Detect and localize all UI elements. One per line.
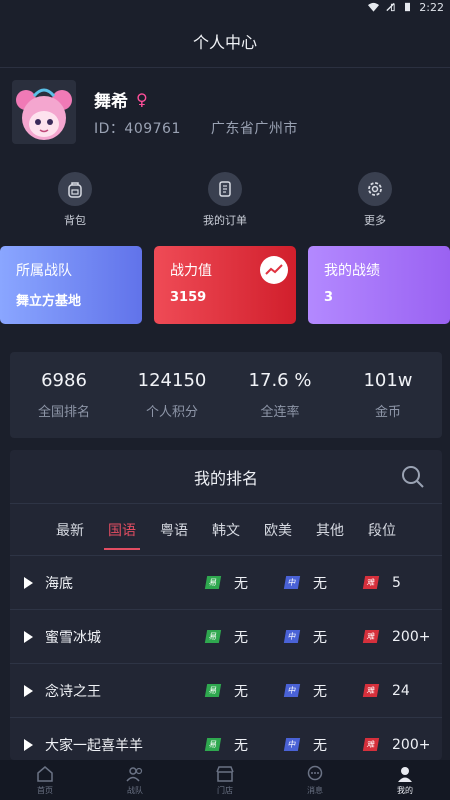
tab-western[interactable]: 欧美 — [252, 506, 304, 554]
female-icon: ♀ — [136, 89, 148, 109]
profile-icon — [398, 766, 412, 782]
store-icon — [216, 765, 234, 782]
play-icon[interactable] — [24, 630, 33, 643]
tab-other[interactable]: 其他 — [304, 506, 356, 554]
song-name: 海底 — [45, 575, 73, 592]
user-location: 广东省广州市 — [210, 120, 298, 137]
no-signal-icon — [386, 2, 395, 12]
easy-badge: 易 — [204, 738, 222, 751]
song-row[interactable]: 海底 易无 中无 难5 — [10, 556, 442, 610]
header: 个人中心 — [0, 14, 450, 68]
song-name: 蜜雪冰城 — [45, 629, 101, 646]
team-card[interactable]: 所属战队 舞立方基地 — [0, 246, 142, 324]
avatar-image — [12, 80, 76, 144]
home-icon — [37, 765, 53, 782]
coins-stat: 101w 金币 — [363, 370, 413, 420]
page-title: 个人中心 — [192, 32, 257, 52]
quick-actions: 背包 我的订单 更多 — [0, 172, 450, 228]
profile-info: 舞希 ♀ ID：409761 广东省广州市 — [94, 87, 298, 138]
status-bar: 2:22 — [0, 0, 450, 14]
language-tabs: 最新 国语 粤语 韩文 欧美 其他 段位 — [10, 504, 442, 556]
trend-icon — [260, 256, 288, 284]
overview-stats: 6986 全国排名 124150 个人积分 17.6 % 全连率 101w 金币 — [10, 352, 442, 438]
easy-badge: 易 — [204, 576, 222, 589]
record-card[interactable]: 我的战绩 3 — [308, 246, 450, 324]
tab-rank-level[interactable]: 段位 — [356, 506, 408, 554]
points-stat: 124150 个人积分 — [137, 370, 207, 420]
user-name: 舞希 — [94, 91, 128, 112]
tab-korean[interactable]: 韩文 — [200, 506, 252, 554]
national-rank-stat: 6986 全国排名 — [37, 370, 90, 420]
hard-badge: 难 — [362, 684, 380, 697]
play-icon[interactable] — [24, 738, 33, 751]
easy-badge: 易 — [204, 630, 222, 643]
nav-team[interactable]: 战队 — [105, 765, 165, 796]
backpack-button[interactable]: 背包 — [25, 172, 125, 228]
play-icon[interactable] — [24, 684, 33, 697]
search-icon[interactable] — [400, 464, 426, 490]
record-value: 3 — [324, 290, 334, 305]
power-card[interactable]: 战力值 3159 — [154, 246, 296, 324]
song-row[interactable]: 念诗之王 易无 中无 难 24 — [10, 664, 442, 718]
full-combo-rate-stat: 17.6 % 全连率 — [248, 370, 312, 420]
status-time: 2:22 — [419, 0, 444, 14]
user-id: ID：409761 — [94, 120, 181, 137]
nav-store[interactable]: 门店 — [195, 765, 255, 796]
power-value: 3159 — [170, 290, 207, 305]
bottom-nav: 首页 战队 门店 消息 我的 — [0, 760, 450, 800]
hard-badge: 难 — [362, 738, 380, 751]
ranking-title: 我的排名 — [193, 468, 258, 488]
medium-badge: 中 — [283, 630, 301, 643]
tab-latest[interactable]: 最新 — [44, 506, 96, 554]
tab-mandarin[interactable]: 国语 — [96, 506, 148, 554]
team-name: 舞立方基地 — [16, 294, 82, 309]
stat-cards: 所属战队 舞立方基地 战力值 3159 我的战绩 3 — [0, 246, 450, 326]
backpack-icon — [68, 182, 82, 198]
more-button[interactable]: 更多 — [325, 172, 425, 228]
nav-messages[interactable]: 消息 — [285, 765, 345, 796]
gear-icon — [368, 182, 382, 196]
nav-home[interactable]: 首页 — [15, 765, 75, 796]
song-row[interactable]: 蜜雪冰城 易无 中无 难 200+ — [10, 610, 442, 664]
hard-badge: 难 — [362, 576, 380, 589]
medium-badge: 中 — [283, 576, 301, 589]
order-icon — [219, 181, 231, 197]
profile-section[interactable]: 舞希 ♀ ID：409761 广东省广州市 — [12, 78, 438, 146]
battery-icon — [405, 2, 411, 12]
song-row[interactable]: 大家一起喜羊羊 易无 中无 难 200+ — [10, 718, 442, 760]
song-name: 念诗之王 — [45, 683, 101, 700]
team-icon — [126, 766, 143, 782]
avatar[interactable] — [12, 80, 76, 144]
easy-badge: 易 — [204, 684, 222, 697]
wifi-icon — [368, 2, 380, 12]
my-orders-button[interactable]: 我的订单 — [175, 172, 275, 228]
medium-badge: 中 — [283, 738, 301, 751]
message-icon — [307, 765, 323, 780]
hard-badge: 难 — [362, 630, 380, 643]
song-name: 大家一起喜羊羊 — [45, 737, 143, 754]
medium-badge: 中 — [283, 684, 301, 697]
ranking-panel: 我的排名 最新 国语 粤语 韩文 欧美 其他 段位 海底 易无 中无 难5 蜜雪… — [10, 450, 442, 760]
tab-cantonese[interactable]: 粤语 — [148, 506, 200, 554]
play-icon[interactable] — [24, 576, 33, 589]
nav-profile[interactable]: 我的 — [375, 765, 435, 796]
